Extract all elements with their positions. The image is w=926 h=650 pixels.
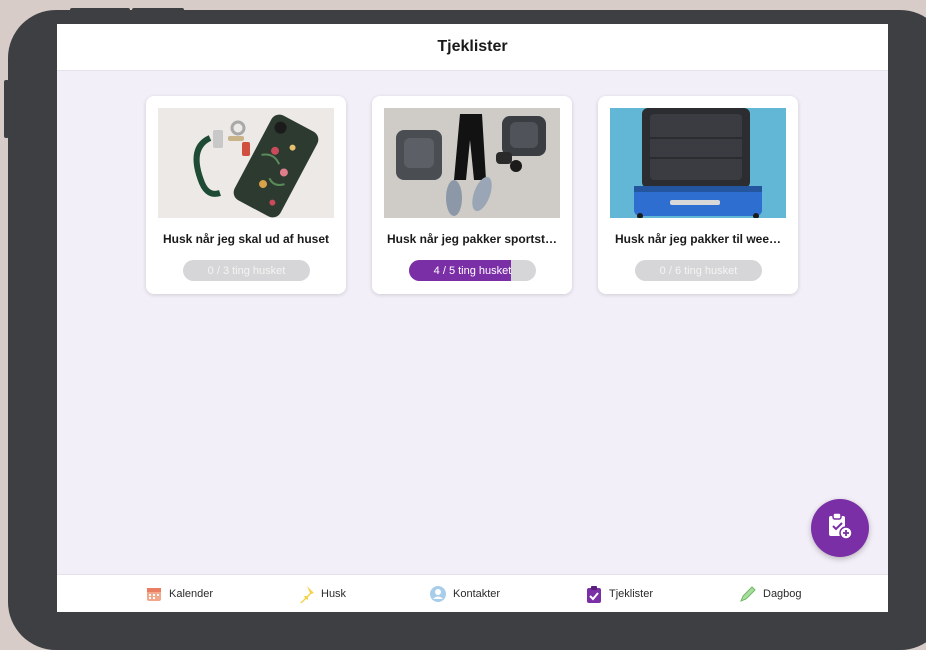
add-checklist-button[interactable] [811,499,869,557]
nav-item-kontakter[interactable]: Kontakter [429,575,500,612]
nav-item-husk[interactable]: Husk [297,575,346,612]
nav-label: Dagbog [763,588,802,600]
clipboard-check-icon [585,585,603,603]
progress-bar: 0 / 3 ting husket [183,260,310,281]
nav-item-kalender[interactable]: Kalender [145,575,213,612]
pencil-icon [739,585,757,603]
nav-item-tjeklister[interactable]: Tjeklister [585,575,653,612]
add-checklist-icon [827,511,853,545]
app-screen: Tjeklister Husk når jeg skal ud af huset… [57,24,888,612]
calendar-icon [145,585,163,603]
progress-bar: 4 / 5 ting husket [409,260,536,281]
nav-label: Husk [321,588,347,600]
nav-label: Kontakter [453,588,501,600]
app-header: Tjeklister [57,24,888,71]
bottom-navigation: Kalender Husk Kontakter Tjeklister Dagbo… [57,574,888,612]
card-title: Husk når jeg pakker sportst… [386,232,558,246]
open-suitcase-image [610,108,786,218]
contact-icon [429,585,447,603]
card-title: Husk når jeg skal ud af huset [162,232,330,246]
keys-and-phone-image [158,108,334,218]
checklist-card-weekend-trip[interactable]: Husk når jeg pakker til wee… 0 / 6 ting … [598,96,798,294]
sports-clothes-image [384,108,560,218]
pin-icon [297,585,315,603]
nav-label: Kalender [169,588,214,600]
checklist-card-leave-house[interactable]: Husk når jeg skal ud af huset 0 / 3 ting… [146,96,346,294]
progress-bar: 0 / 6 ting husket [635,260,762,281]
page-title: Tjeklister [437,38,508,55]
checklist-card-sports-bag[interactable]: Husk når jeg pakker sportst… 4 / 5 ting … [372,96,572,294]
progress-label: 4 / 5 ting husket [433,264,512,277]
card-title: Husk når jeg pakker til wee… [614,232,782,246]
progress-label: 0 / 6 ting husket [659,264,738,277]
progress-label: 0 / 3 ting husket [207,264,286,277]
nav-item-dagbog[interactable]: Dagbog [739,575,802,612]
nav-label: Tjeklister [609,588,654,600]
